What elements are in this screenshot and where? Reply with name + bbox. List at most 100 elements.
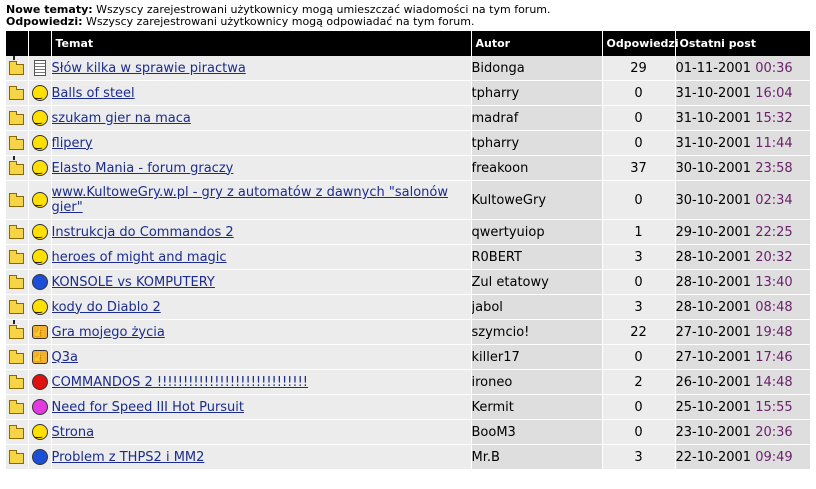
author-cell: killer17 — [471, 344, 603, 370]
author-cell: Bidonga — [471, 56, 603, 81]
topic-link[interactable]: Gra mojego życia — [52, 325, 165, 340]
emoticon-cell — [28, 294, 52, 320]
last-post-time: 15:32 — [755, 110, 793, 126]
topics-table: Temat Autor Odpowiedzi Ostatni post Słów… — [6, 31, 811, 470]
last-post-time: 17:46 — [755, 349, 793, 365]
topic-cell: Strona — [51, 419, 472, 445]
topic-link[interactable]: heroes of might and magic — [52, 250, 227, 265]
smile-icon — [31, 110, 48, 127]
document-icon — [33, 60, 46, 76]
emoticon-cell — [28, 155, 52, 181]
topic-link[interactable]: Balls of steel — [52, 86, 135, 101]
topic-link[interactable]: COMMANDOS 2 !!!!!!!!!!!!!!!!!!!!!!!!!!!!… — [52, 375, 309, 390]
last-post-date: 01-11-2001 — [675, 60, 752, 76]
topic-cell: www.KultoweGry.w.pl - gry z automatów z … — [51, 180, 472, 220]
replies-cell: 0 — [602, 394, 676, 420]
emoticon-cell — [28, 344, 52, 370]
folder-icon — [9, 275, 25, 289]
table-row: Need for Speed III Hot Pursuit Kermit 0 25-… — [6, 394, 811, 420]
last-post-cell: 31-10-2001 16:04 — [675, 80, 811, 106]
table-row: szukam gier na maca madraf031-10-2001 15:… — [6, 105, 811, 131]
folder-cell — [6, 269, 29, 295]
last-post-date: 31-10-2001 — [675, 110, 752, 126]
last-post-date: 27-10-2001 — [675, 324, 752, 340]
question-icon — [31, 274, 48, 290]
folder-cell — [6, 244, 29, 270]
last-post-time: 08:48 — [755, 299, 793, 315]
topic-link[interactable]: Q3a — [52, 350, 78, 365]
folder-cell — [6, 394, 29, 420]
author-cell: freakoon — [471, 155, 603, 181]
last-post-cell: 30-10-2001 02:34 — [675, 180, 811, 220]
author-cell: jabol — [471, 294, 603, 320]
emoticon-cell — [28, 180, 52, 220]
table-row: COMMANDOS 2 !!!!!!!!!!!!!!!!!!!!!!!!!!!!… — [6, 369, 811, 395]
topic-cell: heroes of might and magic — [51, 244, 472, 270]
emoticon-cell — [28, 80, 52, 106]
topic-cell: Need for Speed III Hot Pursuit — [51, 394, 472, 420]
smile-icon — [31, 299, 48, 316]
author-cell: tpharry — [471, 80, 603, 106]
topic-link[interactable]: Strona — [52, 425, 95, 440]
last-post-cell: 29-10-2001 22:25 — [675, 219, 811, 245]
folder-icon — [9, 375, 25, 389]
topic-link[interactable]: Słów kilka w sprawie piractwa — [52, 61, 246, 76]
folder-cell — [6, 344, 29, 370]
folder-icon — [9, 425, 25, 439]
topic-link[interactable]: kody do Diablo 2 — [52, 300, 161, 315]
folder-hot-icon — [9, 320, 25, 339]
last-post-date: 25-10-2001 — [675, 399, 752, 415]
topic-link[interactable]: flipery — [52, 136, 93, 151]
table-row: Instrukcja do Commandos 2 qwertyuiop129-1… — [6, 219, 811, 245]
topic-link[interactable]: Problem z THPS2 i MM2 — [52, 450, 205, 465]
topic-cell: COMMANDOS 2 !!!!!!!!!!!!!!!!!!!!!!!!!!!!… — [51, 369, 472, 395]
last-post-cell: 27-10-2001 19:48 — [675, 319, 811, 345]
replies-cell: 0 — [602, 80, 676, 106]
replies-cell: 22 — [602, 319, 676, 345]
author-cell: BooM3 — [471, 419, 603, 445]
replies-cell: 0 — [602, 180, 676, 220]
topic-cell: flipery — [51, 130, 472, 156]
last-post-date: 30-10-2001 — [675, 192, 752, 208]
last-post-cell: 31-10-2001 11:44 — [675, 130, 811, 156]
last-post-cell: 28-10-2001 20:32 — [675, 244, 811, 270]
replies-cell: 1 — [602, 219, 676, 245]
smile-icon — [31, 85, 48, 102]
topic-link[interactable]: www.KultoweGry.w.pl - gry z automatów z … — [52, 185, 448, 215]
folder-cell — [6, 105, 29, 131]
author-cell: madraf — [471, 105, 603, 131]
folder-icon — [9, 193, 25, 207]
last-post-date: 29-10-2001 — [675, 224, 752, 240]
emoticon-cell — [28, 394, 52, 420]
folder-cell — [6, 369, 29, 395]
topic-link[interactable]: Need for Speed III Hot Pursuit — [52, 400, 245, 415]
last-post-time: 23:58 — [755, 160, 793, 176]
folder-hot-icon — [9, 56, 25, 75]
last-post-time: 13:40 — [755, 274, 793, 290]
folder-icon — [9, 300, 25, 314]
last-post-cell: 30-10-2001 23:58 — [675, 155, 811, 181]
topic-link[interactable]: KONSOLE vs KOMPUTERY — [52, 275, 215, 290]
last-post-cell: 23-10-2001 20:36 — [675, 419, 811, 445]
replies-permission: Odpowiedzi: Wszyscy zarejestrowani użytk… — [6, 15, 474, 28]
smile-icon — [31, 135, 48, 152]
folder-icon — [9, 225, 25, 239]
last-post-cell: 28-10-2001 13:40 — [675, 269, 811, 295]
topic-link[interactable]: Elasto Mania - forum graczy — [52, 161, 234, 176]
smile-icon — [31, 192, 48, 209]
stop-icon — [31, 374, 48, 390]
emoticon-cell — [28, 269, 52, 295]
header-topic: Temat — [51, 31, 472, 56]
table-row: Gra mojego życia szymcio!2227-10-2001 19:… — [6, 319, 811, 345]
topic-cell: szukam gier na maca — [51, 105, 472, 131]
topic-link[interactable]: Instrukcja do Commandos 2 — [52, 225, 234, 240]
table-row: Słów kilka w sprawie piractwa Bidonga 29 01… — [6, 56, 811, 81]
replies-label: Odpowiedzi: — [6, 15, 83, 28]
topic-link[interactable]: szukam gier na maca — [52, 111, 191, 126]
last-post-date: 26-10-2001 — [675, 374, 752, 390]
folder-cell — [6, 180, 29, 220]
topic-cell: Instrukcja do Commandos 2 — [51, 219, 472, 245]
author-cell: szymcio! — [471, 319, 603, 345]
emoticon-cell — [28, 419, 52, 445]
last-post-date: 28-10-2001 — [675, 249, 752, 265]
